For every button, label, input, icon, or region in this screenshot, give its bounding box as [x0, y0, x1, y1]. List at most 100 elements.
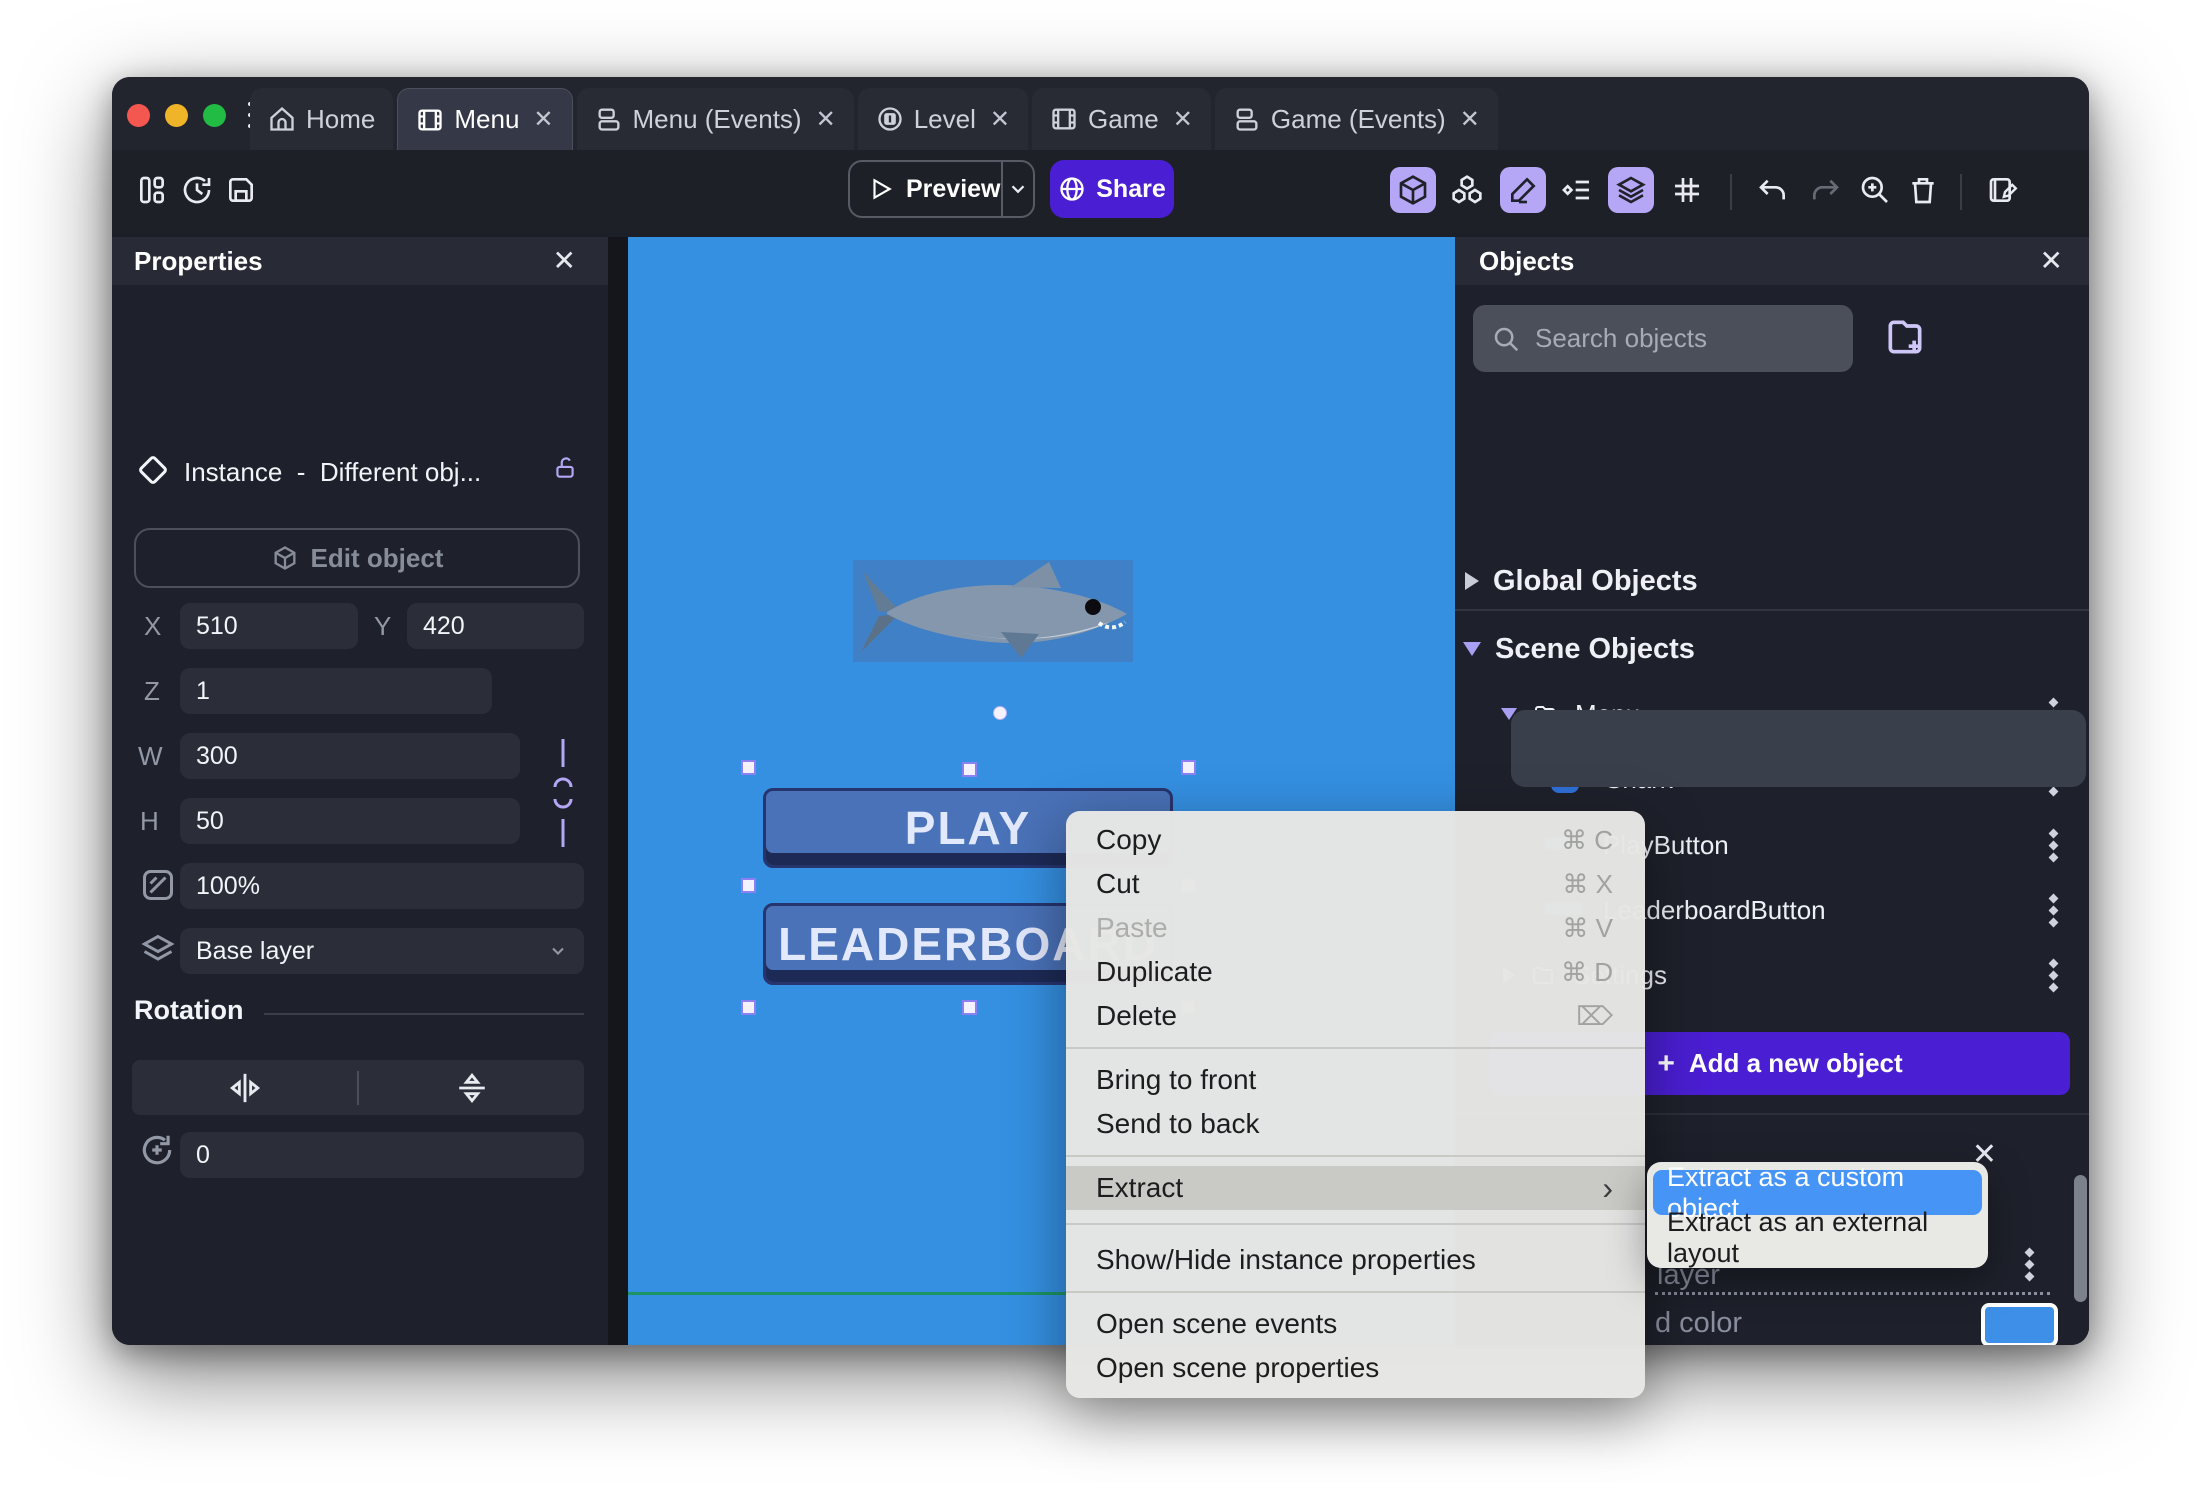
instances-list-icon[interactable]	[1444, 167, 1490, 213]
context-item-bring-to-front[interactable]: Bring to front	[1066, 1058, 1645, 1102]
layer-select-value: Base layer	[196, 936, 315, 965]
tab-label: Home	[306, 103, 376, 134]
tab-label: Menu	[454, 104, 520, 134]
undo-icon[interactable]	[1750, 167, 1796, 213]
add-new-object-label: Add a new object	[1688, 1048, 1903, 1078]
dotted-divider	[1655, 1292, 2050, 1295]
context-item-open-scene-properties[interactable]: Open scene properties	[1066, 1346, 1645, 1390]
flip-vertical-button[interactable]	[359, 1071, 584, 1105]
objects-search[interactable]	[1473, 305, 1853, 372]
preview-label: Preview	[906, 174, 1001, 203]
tab-home[interactable]: Home	[250, 88, 394, 150]
edit-mode-icon[interactable]	[1500, 167, 1546, 213]
traffic-light-zoom[interactable]	[203, 104, 226, 127]
submenu-arrow-icon: ›	[1602, 1170, 1613, 1206]
share-button[interactable]: Share	[1050, 160, 1174, 218]
scrollbar-thumb[interactable]	[2074, 1175, 2087, 1302]
instance-summary: Instance - Different obj...	[112, 451, 608, 495]
tab-close-icon[interactable]: ✕	[533, 105, 553, 134]
instance-icon	[137, 454, 169, 486]
tree-divider	[1455, 609, 2089, 611]
context-item-copy[interactable]: Copy ⌘ C	[1066, 818, 1645, 862]
rotate-handle[interactable]	[993, 706, 1007, 720]
grid-icon[interactable]	[1664, 167, 1710, 213]
opacity-field[interactable]	[180, 863, 584, 909]
zoom-in-icon[interactable]	[1852, 167, 1898, 213]
collapse-arrow-icon[interactable]	[1465, 572, 1479, 590]
background-color-label-fragment: d color	[1655, 1307, 1743, 1339]
background-color-swatch[interactable]	[1981, 1303, 2058, 1345]
flip-horizontal-button[interactable]	[132, 1071, 357, 1105]
kebab-menu-icon[interactable]	[2048, 958, 2059, 992]
tab-menu[interactable]: Menu ✕	[397, 88, 573, 150]
flip-horizontal-icon	[229, 1073, 260, 1102]
z-field[interactable]	[180, 668, 492, 714]
tree-global-objects[interactable]: Global Objects	[1455, 551, 2089, 611]
edit-scene-properties-icon[interactable]	[1980, 167, 2026, 213]
submenu-item-extract-external-layout[interactable]: Extract as an external layout	[1653, 1207, 1982, 1268]
selection-handle-mid-left[interactable]	[741, 878, 756, 893]
layer-icon	[141, 934, 175, 961]
selected-row-highlight	[1511, 710, 2086, 787]
context-item-extract[interactable]: Extract ›	[1066, 1166, 1645, 1210]
save-icon[interactable]	[218, 167, 264, 213]
events-icon	[598, 108, 620, 131]
preview-options-button[interactable]	[1000, 162, 1033, 216]
tab-game[interactable]: Game ✕	[1031, 88, 1211, 150]
tab-close-icon[interactable]: ✕	[816, 105, 836, 134]
x-field[interactable]	[180, 603, 358, 649]
expand-arrow-icon[interactable]	[1463, 642, 1481, 656]
instance-properties-icon[interactable]	[1554, 167, 1600, 213]
tab-game-events[interactable]: Game (Events) ✕	[1214, 88, 1498, 150]
search-input[interactable]	[1535, 323, 1815, 354]
traffic-light-close[interactable]	[127, 104, 150, 127]
layer-select[interactable]: Base layer	[180, 928, 584, 974]
context-item-open-scene-events[interactable]: Open scene events	[1066, 1302, 1645, 1346]
context-item-duplicate[interactable]: Duplicate ⌘ D	[1066, 950, 1645, 994]
selection-handle-top-center[interactable]	[962, 762, 977, 777]
tab-label: Game	[1087, 103, 1159, 134]
context-item-show-hide-instance-properties[interactable]: Show/Hide instance properties	[1066, 1238, 1645, 1282]
tab-menu-events[interactable]: Menu (Events) ✕	[576, 88, 854, 150]
selection-handle-bottom-center[interactable]	[962, 1000, 977, 1015]
redo-icon[interactable]	[1802, 167, 1848, 213]
layers-panel-icon[interactable]	[1608, 167, 1654, 213]
preview-button[interactable]: Preview	[848, 160, 1035, 218]
trash-icon[interactable]	[1900, 167, 1946, 213]
y-field[interactable]	[407, 603, 584, 649]
kebab-menu-icon[interactable]	[2024, 1247, 2035, 1282]
play-button-text: PLAY	[904, 802, 1032, 854]
close-icon[interactable]: ✕	[2040, 247, 2063, 275]
selection-handle-top-left[interactable]	[741, 760, 756, 775]
kebab-menu-icon[interactable]	[2048, 828, 2059, 862]
toolbar-separator	[1960, 174, 1962, 210]
context-item-cut[interactable]: Cut ⌘ X	[1066, 862, 1645, 906]
tab-close-icon[interactable]: ✕	[1173, 105, 1193, 134]
rotation-field[interactable]	[180, 1132, 584, 1178]
shark-instance[interactable]	[853, 560, 1133, 662]
chevron-down-icon	[1011, 185, 1025, 194]
history-icon[interactable]	[174, 167, 220, 213]
traffic-light-minimize[interactable]	[165, 104, 188, 127]
edit-object-button[interactable]: Edit object	[134, 528, 580, 588]
context-item-paste[interactable]: Paste ⌘ V	[1066, 906, 1645, 950]
add-folder-icon[interactable]	[1883, 315, 1927, 359]
tree-scene-objects[interactable]: Scene Objects	[1455, 619, 2089, 679]
tab-level[interactable]: Level ✕	[857, 88, 1028, 150]
object-mode-icon[interactable]	[1390, 167, 1436, 213]
link-dimensions-icon[interactable]	[552, 737, 574, 849]
plus-icon: +	[1657, 1046, 1675, 1080]
lock-open-icon[interactable]	[552, 455, 578, 481]
context-item-send-to-back[interactable]: Send to back	[1066, 1102, 1645, 1146]
global-objects-label: Global Objects	[1493, 564, 1698, 597]
kebab-menu-icon[interactable]	[2048, 893, 2059, 927]
h-field[interactable]	[180, 798, 520, 844]
context-item-delete[interactable]: Delete ⌦	[1066, 994, 1645, 1038]
w-field[interactable]	[180, 733, 520, 779]
selection-handle-top-right[interactable]	[1181, 760, 1196, 775]
tab-close-icon[interactable]: ✕	[1460, 105, 1480, 134]
close-icon[interactable]: ✕	[553, 247, 576, 275]
open-project-manager-icon[interactable]	[129, 167, 175, 213]
tab-close-icon[interactable]: ✕	[990, 105, 1010, 134]
selection-handle-bottom-left[interactable]	[741, 1000, 756, 1015]
